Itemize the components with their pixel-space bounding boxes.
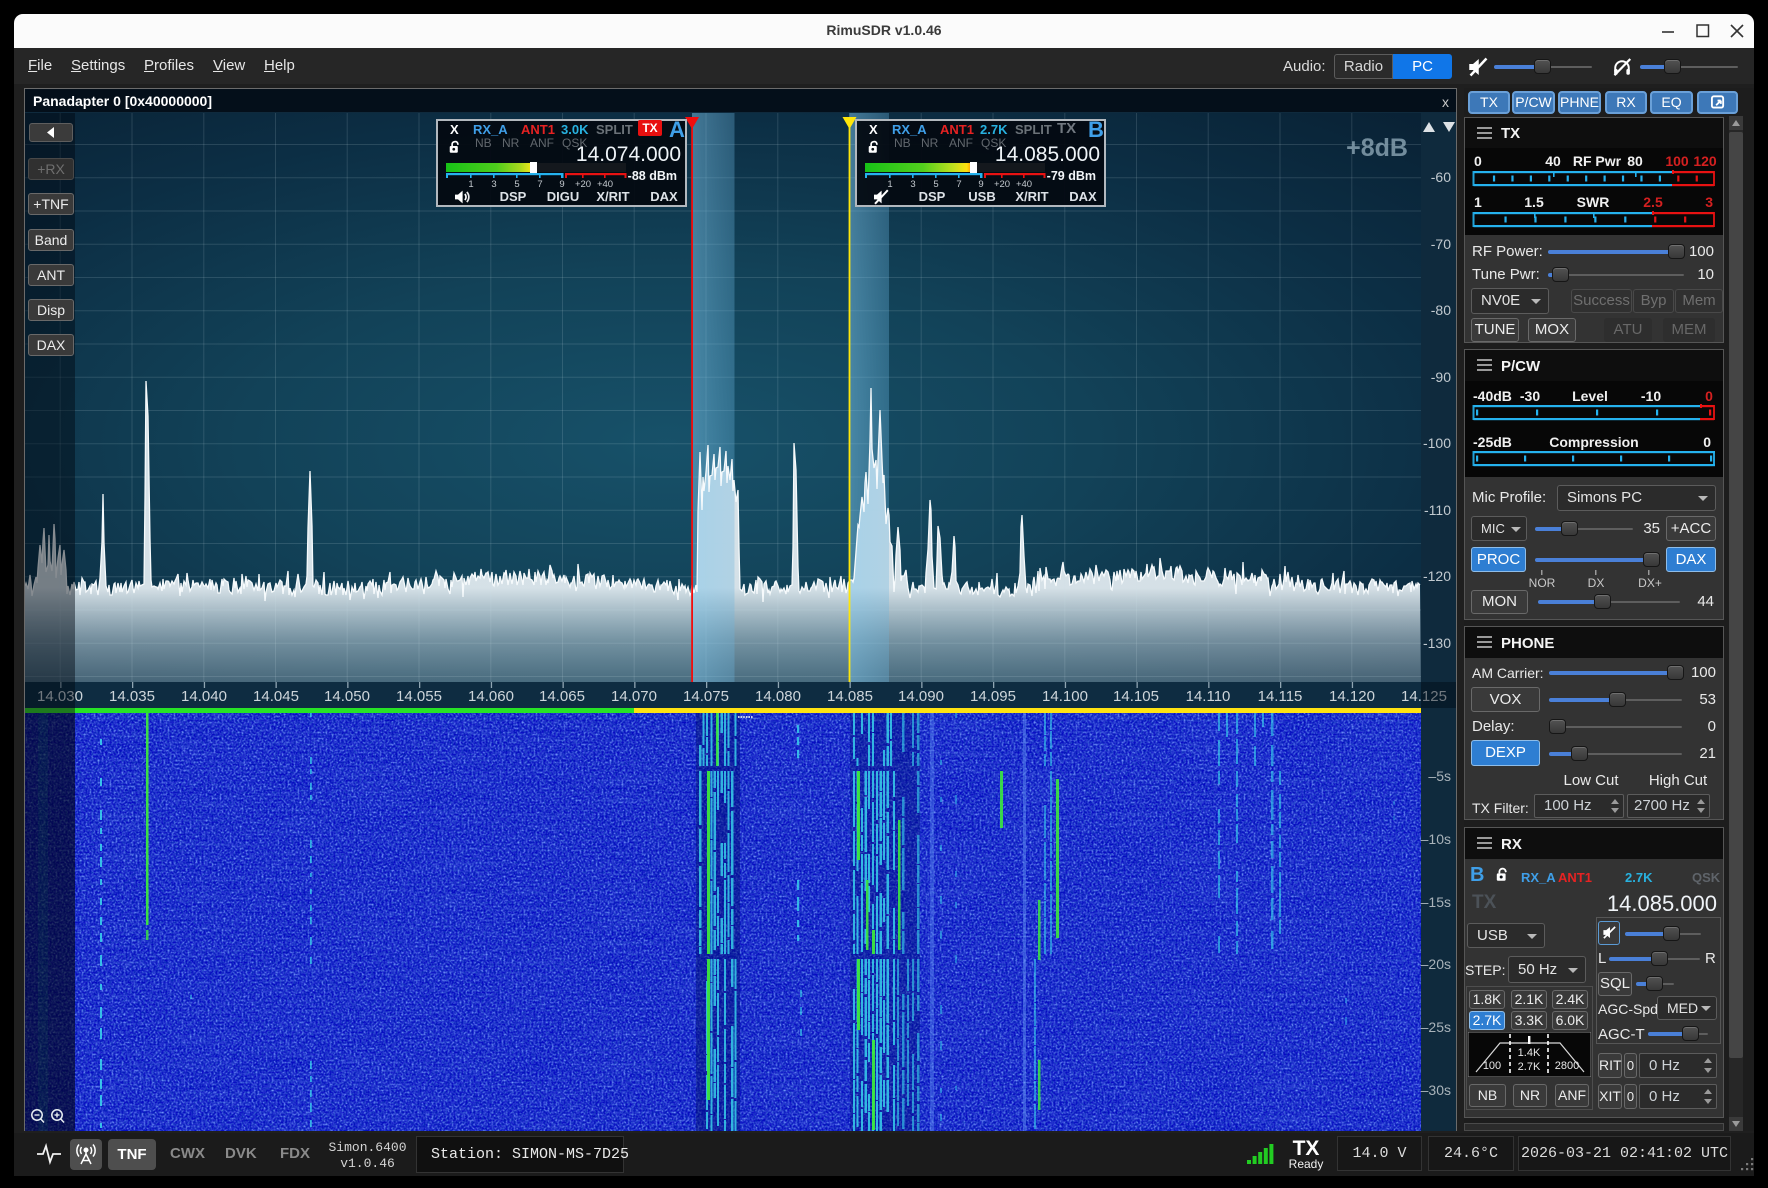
svg-text:7: 7 — [537, 179, 542, 189]
svg-text:3: 3 — [491, 179, 496, 189]
svg-text:5: 5 — [933, 179, 938, 189]
svg-text:5: 5 — [514, 179, 519, 189]
svg-text:1: 1 — [468, 179, 473, 189]
svg-text:40: 40 — [1545, 153, 1561, 169]
svg-text:RF Pwr: RF Pwr — [1573, 153, 1622, 169]
svg-text:1.4K: 1.4K — [1518, 1047, 1541, 1059]
svg-text:2.7K: 2.7K — [1518, 1061, 1541, 1073]
svg-text:1.5: 1.5 — [1524, 194, 1544, 210]
svg-text:2.5: 2.5 — [1643, 194, 1663, 210]
svg-text:Level: Level — [1572, 388, 1608, 404]
svg-text:0: 0 — [1474, 153, 1482, 169]
svg-text:SWR: SWR — [1577, 194, 1610, 210]
svg-text:Compression: Compression — [1549, 434, 1638, 450]
svg-text:-25dB: -25dB — [1473, 434, 1512, 450]
svg-text:120: 120 — [1693, 153, 1717, 169]
svg-text:+20: +20 — [575, 179, 591, 189]
svg-text:100: 100 — [1483, 1060, 1501, 1072]
svg-text:1: 1 — [887, 179, 892, 189]
svg-text:3: 3 — [910, 179, 915, 189]
svg-text:80: 80 — [1627, 153, 1643, 169]
svg-text:100: 100 — [1665, 153, 1689, 169]
svg-text:9: 9 — [978, 179, 983, 189]
svg-text:7: 7 — [956, 179, 961, 189]
svg-text:-10: -10 — [1641, 388, 1661, 404]
svg-text:+40: +40 — [1016, 179, 1032, 189]
svg-text:+40: +40 — [597, 179, 613, 189]
svg-text:9: 9 — [559, 179, 564, 189]
svg-text:+20: +20 — [994, 179, 1010, 189]
svg-text:1: 1 — [1474, 194, 1482, 210]
svg-text:0: 0 — [1705, 388, 1713, 404]
svg-text:-30: -30 — [1520, 388, 1540, 404]
svg-text:-40dB: -40dB — [1473, 388, 1512, 404]
svg-text:2800: 2800 — [1555, 1060, 1579, 1072]
svg-text:3: 3 — [1705, 194, 1713, 210]
svg-text:0: 0 — [1703, 434, 1711, 450]
